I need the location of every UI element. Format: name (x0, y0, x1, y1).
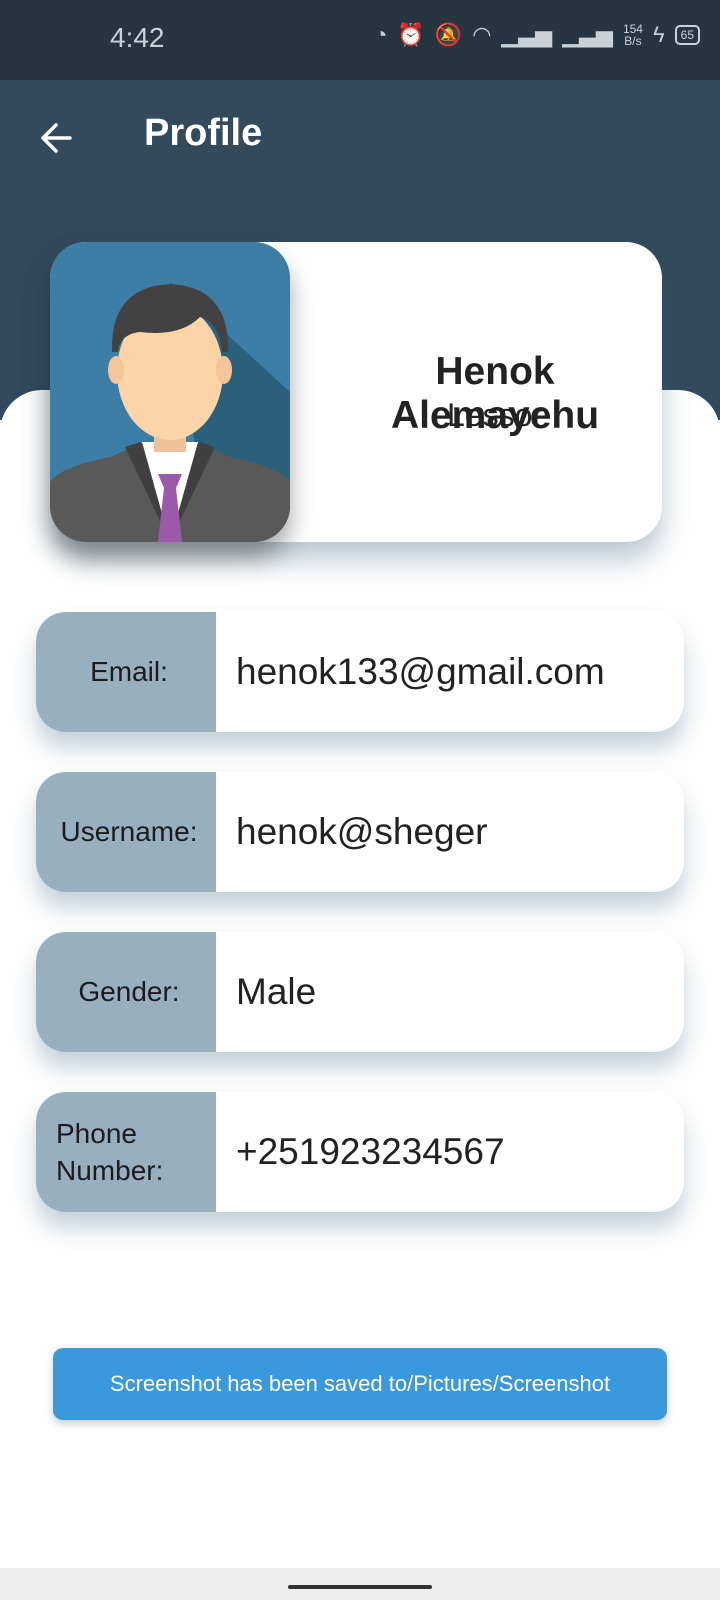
gender-value: Male (236, 971, 317, 1012)
back-arrow-icon[interactable] (36, 118, 76, 158)
phone-row: Phone Number: +251923234567 (36, 1092, 684, 1212)
toast-message: Screenshot has been saved to/Pictures/Sc… (53, 1348, 667, 1420)
gender-label: Gender: (36, 932, 216, 1052)
data-saver-icon: ◔ (374, 22, 388, 47)
gender-row: Gender: Male (36, 932, 684, 1052)
avatar (50, 242, 290, 542)
wifi-icon: ◠ (472, 22, 492, 47)
profile-role: Lessor (446, 397, 544, 433)
username-row: Username: henok@sheger (36, 772, 684, 892)
email-row: Email: henok133@gmail.com (36, 612, 684, 732)
charging-icon: ϟ (652, 22, 665, 47)
email-value: henok133@gmail.com (236, 651, 605, 692)
status-time: 4:42 (110, 22, 165, 53)
network-speed: 154 B/s (623, 23, 643, 47)
signal-2-icon: ▁▃▅ (562, 22, 613, 47)
profile-card: Henok Alemayehu Lessor (50, 242, 662, 542)
status-bar: 4:42 ◔ ⏰ 🔕 ◠ ▁▃▅ ▁▃▅ 154 B/s ϟ 65 (0, 0, 720, 80)
status-icons: ◔ ⏰ 🔕 ◠ ▁▃▅ ▁▃▅ 154 B/s ϟ 65 (374, 22, 700, 48)
battery-icon: 65 (674, 25, 700, 45)
network-speed-unit: B/s (624, 34, 642, 48)
home-gesture-handle[interactable] (288, 1585, 432, 1589)
page-title: Profile (144, 112, 263, 154)
phone-value: +251923234567 (236, 1131, 505, 1172)
email-label: Email: (36, 612, 216, 732)
notifications-off-icon: 🔕 (434, 22, 463, 47)
signal-icon: ▁▃▅ (501, 22, 553, 47)
user-avatar-icon (50, 242, 290, 542)
phone-label: Phone Number: (36, 1092, 216, 1212)
username-value: henok@sheger (236, 811, 488, 852)
alarm-icon: ⏰ (397, 22, 425, 47)
username-label: Username: (36, 772, 216, 892)
navigation-bar (0, 1568, 720, 1600)
